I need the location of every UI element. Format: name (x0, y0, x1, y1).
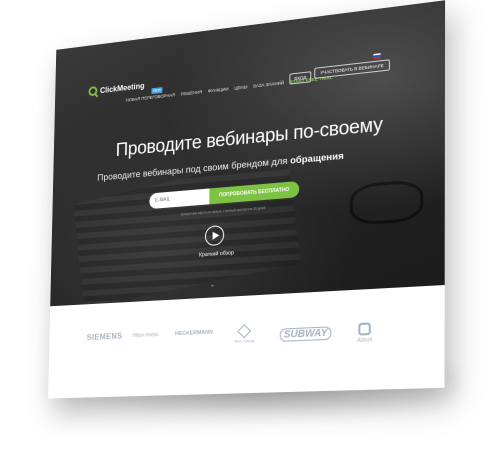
siemens-logo: SIEMENS (86, 331, 123, 343)
abbott-logo: Abbott (357, 322, 372, 344)
nhc-emblem-icon (237, 324, 252, 339)
brand-logo-icon (88, 85, 98, 97)
subway-logo: SUBWAY (279, 326, 332, 342)
hilton-logo: Hilton Hotels (132, 332, 159, 340)
background-glasses-photo (349, 178, 424, 227)
menu-item-pricing[interactable]: Цены (234, 84, 247, 90)
top-navigation: ClickMeeting Новая переговорная new Реше… (55, 37, 445, 111)
abbott-logo-text: Abbott (357, 337, 373, 344)
play-icon (212, 231, 219, 240)
scroll-down-icon[interactable]: ⌄ (210, 281, 215, 288)
website-screenshot: ClickMeeting Новая переговорная new Реше… (48, 0, 446, 399)
brand-logo[interactable]: ClickMeeting (88, 80, 145, 97)
nhc-logo-text: NHC Group (234, 337, 255, 344)
brand-name: ClickMeeting (99, 80, 145, 95)
join-webinar-button[interactable]: Участвовать в вебинаре (314, 59, 391, 79)
login-button[interactable]: Вход (289, 71, 312, 85)
menu-item-knowledge-base[interactable]: База знаний (253, 80, 284, 88)
abbott-emblem-icon (358, 322, 372, 336)
russian-flag-icon[interactable] (373, 53, 381, 60)
menu-item-new-room[interactable]: Новая переговорная new (125, 87, 176, 103)
heckermann-logo: HECKERMANN (174, 329, 213, 338)
nhc-logo: NHC Group (234, 324, 255, 344)
menu-item-solutions[interactable]: Решения (181, 89, 203, 96)
menu-item-label: Новая переговорная (125, 92, 176, 103)
subheadline-rotating-word: обращения (290, 150, 344, 167)
menu-item-features[interactable]: Функции (208, 86, 229, 93)
hero-section: ClickMeeting Новая переговорная new Реше… (50, 0, 446, 308)
stage: ClickMeeting Новая переговорная new Реше… (0, 0, 493, 459)
